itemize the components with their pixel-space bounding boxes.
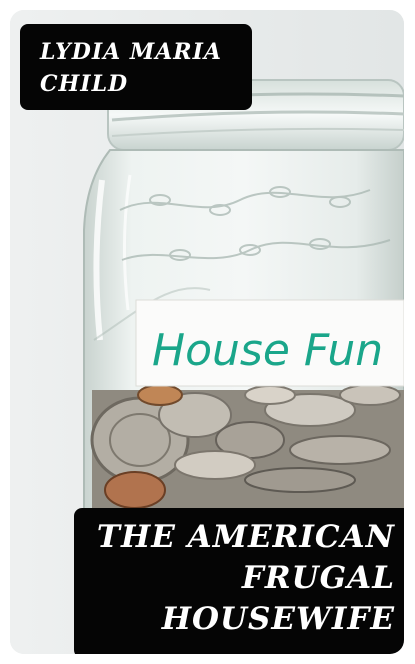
title-line-3: HOUSEWIFE xyxy=(161,601,395,637)
jar-label: House Fun xyxy=(135,299,404,387)
title-line-1: THE AMERICAN xyxy=(96,519,395,555)
book-title: THE AMERICAN FRUGAL HOUSEWIFE xyxy=(80,517,395,640)
author-name: Lydia Maria Child xyxy=(40,39,222,97)
book-cover: House Fun Lydia Maria Child THE AMERICAN… xyxy=(10,10,404,654)
jar-label-text: House Fun xyxy=(152,325,383,376)
title-line-2: FRUGAL xyxy=(241,560,395,596)
